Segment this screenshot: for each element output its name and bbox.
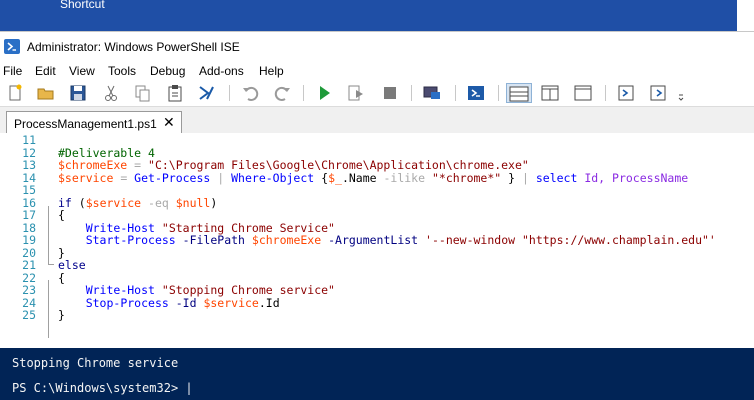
desktop-background: Shortcut (0, 0, 754, 31)
code-token: Start-Process (85, 233, 176, 247)
new-icon[interactable] (5, 83, 25, 103)
code-token: } (58, 308, 65, 322)
paste-icon[interactable] (165, 83, 185, 103)
fold-guide (48, 280, 49, 338)
script-editor[interactable]: 11 12 13 14 15 16 17 18 19 20 21 22 23 24 25 #Delivera… (0, 133, 754, 338)
layout-max-icon[interactable] (573, 83, 593, 103)
line-number: 25 (22, 308, 36, 322)
code-token: Id, ProcessName (577, 170, 689, 185)
code-token: -FilePath (182, 233, 245, 247)
layout-top-icon[interactable] (506, 83, 532, 103)
code-token: .Id (258, 295, 280, 310)
code-token: '--new-window "https://www.champlain.edu… (425, 233, 716, 247)
show-script-pane-icon[interactable] (616, 83, 636, 103)
menu-add-ons[interactable]: Add-ons (199, 64, 244, 78)
code-token: = (113, 170, 135, 185)
fold-guide (48, 206, 49, 264)
close-icon[interactable]: ✕ (163, 115, 175, 129)
console-pane[interactable]: Stopping Chrome service PS C:\Windows\sy… (0, 348, 754, 400)
code-token: ( (71, 195, 86, 210)
menu-bar: File Edit View Tools Debug Add-ons Help (0, 61, 754, 81)
show-commands-icon[interactable] (648, 83, 668, 103)
tab-label: ProcessManagement1.ps1 (14, 117, 157, 131)
code-token: Where-Object (231, 170, 315, 185)
toolbar-separator (455, 85, 456, 101)
menu-edit[interactable]: Edit (35, 64, 56, 78)
code-token: -ilike (383, 170, 426, 185)
toolbar-overflow-icon[interactable] (676, 83, 686, 103)
code-token: $service (203, 295, 259, 310)
code-token: Get-Process (134, 170, 211, 185)
copy-icon[interactable] (132, 83, 152, 103)
tab-processmanagement1[interactable]: ProcessManagement1.ps1 ✕ (6, 111, 182, 135)
remote-powershell-icon[interactable] (422, 83, 442, 103)
toolbar-separator (411, 85, 412, 101)
code-line[interactable]: if ($service -eq $null) (58, 195, 218, 210)
code-line[interactable]: $service = Get-Process | Where-Object {$… (58, 170, 689, 185)
menu-view[interactable]: View (69, 64, 95, 78)
line-number-gutter: 11 12 13 14 15 16 17 18 19 20 21 22 23 24 25 (0, 133, 40, 338)
menu-debug[interactable]: Debug (150, 64, 185, 78)
code-token: ) (210, 195, 218, 210)
powershell-app-icon (4, 39, 20, 54)
desktop-taskbar-area: Shortcut (0, 0, 737, 31)
pane-splitter[interactable] (0, 338, 754, 348)
run-selection-icon[interactable] (346, 83, 366, 103)
powershell-icon[interactable] (466, 83, 486, 103)
run-icon[interactable] (314, 83, 334, 103)
code-token: { (314, 170, 329, 185)
cut-icon[interactable] (101, 83, 121, 103)
script-tab-strip: ProcessManagement1.ps1 ✕ (0, 106, 754, 135)
stop-icon[interactable] (380, 83, 400, 103)
code-token: | (210, 170, 232, 185)
code-token: $null (175, 195, 211, 210)
code-token: -ArgumentList (328, 233, 419, 247)
code-line[interactable]: } (58, 309, 65, 322)
console-output-line: Stopping Chrome service (12, 356, 179, 370)
toolbar-separator (229, 85, 230, 101)
window-title: Administrator: Windows PowerShell ISE (27, 40, 240, 54)
toolbar-separator (605, 85, 606, 101)
code-token: -eq (141, 195, 176, 210)
window-title-bar[interactable]: Administrator: Windows PowerShell ISE (0, 31, 754, 61)
menu-file[interactable]: File (3, 64, 22, 78)
code-token: $chromeExe (251, 233, 322, 247)
code-token: $service (58, 170, 114, 185)
layout-right-icon[interactable] (540, 83, 560, 103)
menu-tools[interactable]: Tools (108, 64, 136, 78)
console-prompt[interactable]: PS C:\Windows\system32> | (12, 381, 193, 395)
code-line[interactable]: Start-Process -FilePath $chromeExe -Argu… (58, 234, 716, 247)
undo-icon[interactable] (240, 83, 260, 103)
code-token: -Id (175, 295, 197, 310)
code-token: Stop-Process (85, 295, 169, 310)
open-icon[interactable] (36, 83, 56, 103)
desktop-shortcut-label[interactable]: Shortcut (60, 0, 105, 11)
code-line[interactable]: Stop-Process -Id $service.Id (58, 295, 280, 310)
clear-console-icon[interactable] (196, 83, 216, 103)
code-token: } (501, 170, 516, 185)
redo-icon[interactable] (273, 83, 293, 103)
menu-help[interactable]: Help (259, 64, 284, 78)
toolbar-separator (303, 85, 304, 101)
code-token: $service (85, 195, 142, 210)
code-token: .Name (341, 170, 384, 185)
code-token: | (515, 170, 536, 185)
fold-guide-end (48, 264, 54, 265)
code-token: "*chrome*" (431, 170, 502, 185)
toolbar (0, 81, 754, 105)
code-token: select (535, 170, 578, 185)
save-icon[interactable] (68, 83, 88, 103)
toolbar-separator (498, 85, 499, 101)
code-token: $_ (328, 170, 342, 185)
